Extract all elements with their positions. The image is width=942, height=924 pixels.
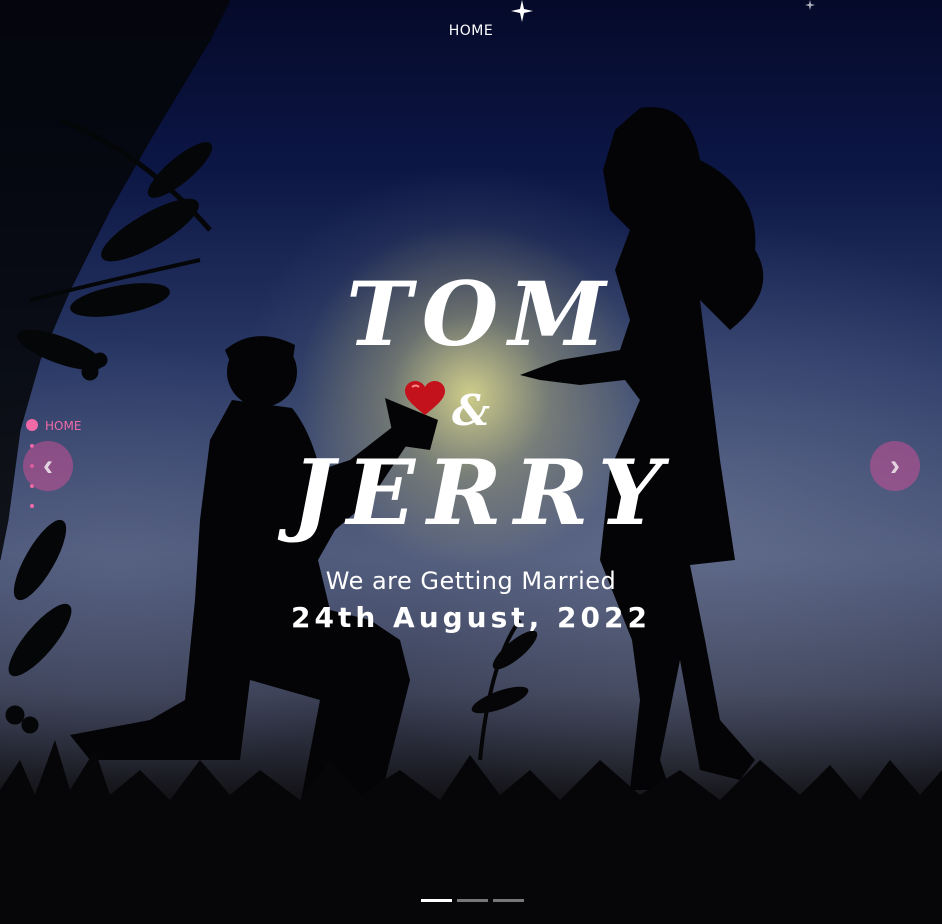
tagline: We are Getting Married [325, 567, 617, 595]
groom-name: TOM [346, 262, 616, 366]
chevron-left-icon: ‹ [43, 449, 53, 482]
chevron-right-icon: › [890, 449, 900, 482]
wedding-date: 24th August, 2022 [291, 601, 651, 634]
carousel-prev-button[interactable]: ‹ [23, 441, 73, 491]
carousel-indicators [421, 899, 524, 902]
side-nav-dot-active[interactable] [26, 419, 38, 431]
grass-ground-silhouette [0, 618, 942, 924]
carousel-indicator[interactable] [493, 899, 524, 902]
nav-home-link[interactable]: HOME [0, 23, 942, 39]
carousel-next-button[interactable]: › [870, 441, 920, 491]
hero-banner: HOME TOM & JERRY We are Getting Married … [0, 0, 942, 924]
ampersand: & [452, 386, 490, 435]
carousel-indicator[interactable] [457, 899, 488, 902]
side-nav-dot[interactable] [30, 504, 34, 508]
side-nav-label[interactable]: HOME [45, 419, 81, 433]
star-icon [511, 0, 815, 22]
carousel-indicator[interactable] [421, 899, 452, 902]
bride-name: JERRY [291, 440, 675, 546]
